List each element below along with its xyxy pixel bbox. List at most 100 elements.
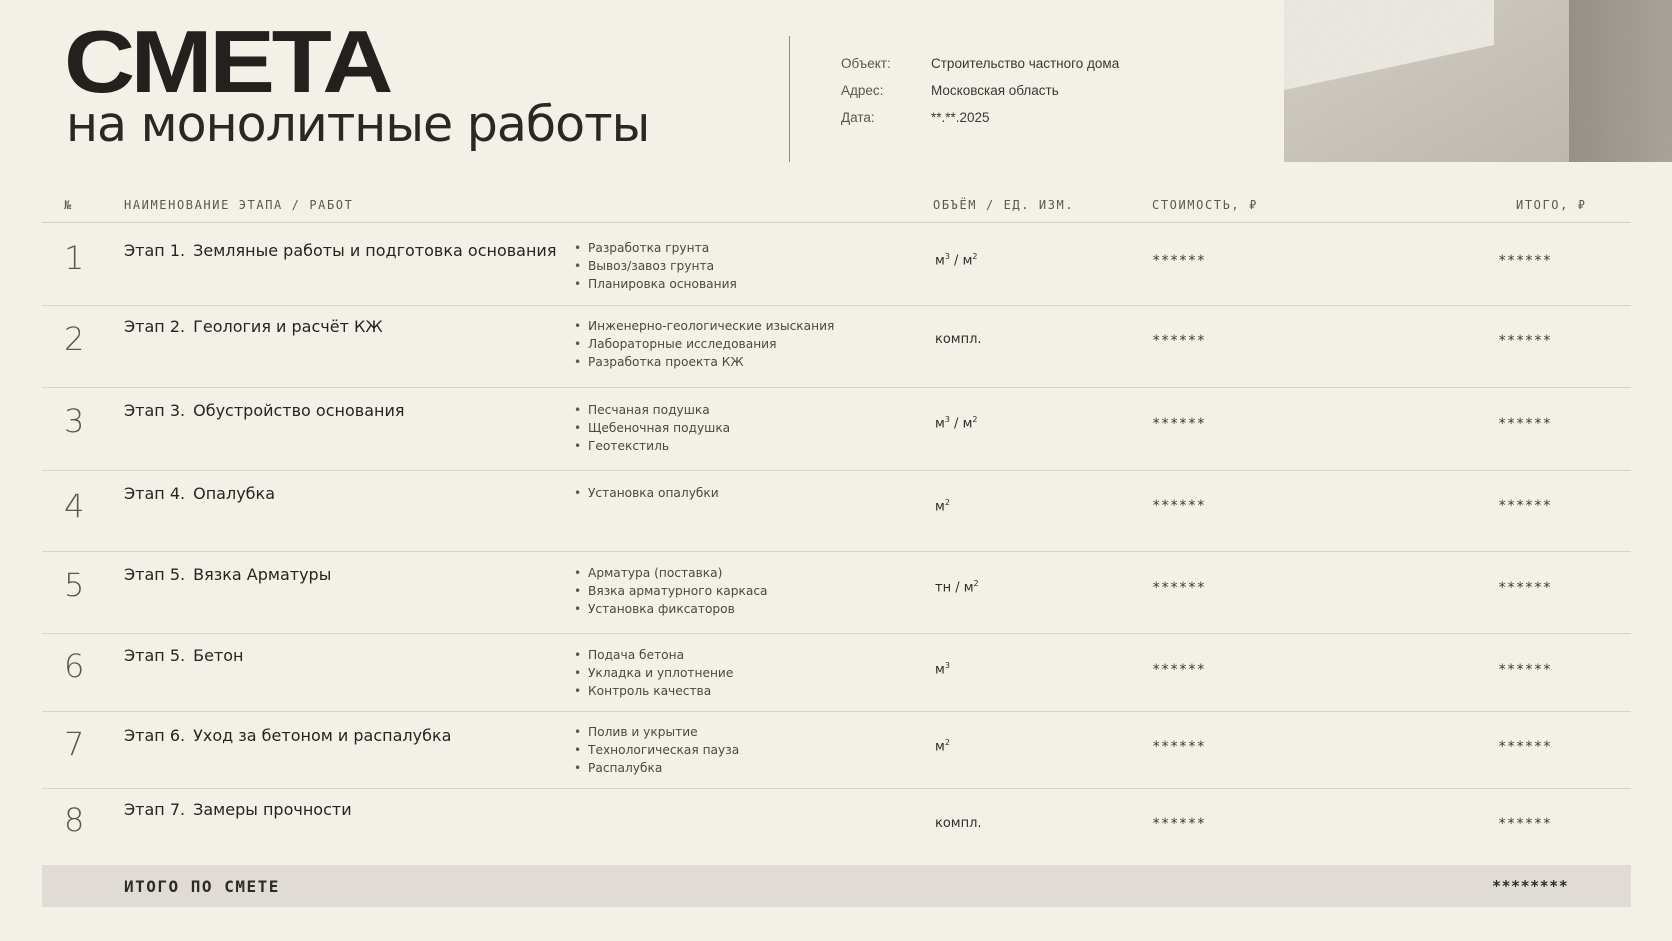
unit-base: компл. (935, 816, 982, 831)
work-item: Распалубка (574, 759, 739, 777)
unit-cell: компл. (935, 816, 982, 831)
cost-cell: ****** (1152, 333, 1206, 349)
table-row: 4 Этап 4.Опалубка Установка опалубки м2 … (42, 471, 1631, 552)
cost-cell: ****** (1152, 816, 1206, 832)
stage-name: Геология и расчёт КЖ (193, 317, 383, 336)
unit-base: м (935, 662, 945, 678)
work-item: Полив и укрытие (574, 723, 739, 741)
work-item: Укладка и уплотнение (574, 664, 733, 682)
table-row: 6 Этап 5. Бетон Подача бетона Укладка и у… (42, 634, 1631, 712)
row-number: 4 (64, 487, 85, 525)
work-item: Подача бетона (574, 646, 733, 664)
work-items-list: Арматура (поставка) Вязка арматурного ка… (574, 564, 768, 618)
cost-cell: ****** (1152, 662, 1206, 678)
cost-cell: ****** (1152, 739, 1206, 755)
page-title: СМЕТА (64, 12, 393, 111)
work-item: Разработка грунта (574, 239, 737, 257)
work-item: Разработка проекта КЖ (574, 353, 834, 371)
stage-label: Этап 2. (124, 317, 186, 336)
unit-sup: 2 (944, 498, 950, 507)
cost-cell: ****** (1152, 253, 1206, 269)
total-cell: ****** (1498, 662, 1552, 678)
stage-title: Этап 3. Обустройство основания (124, 401, 404, 420)
total-cell: ****** (1498, 333, 1552, 349)
stage-name: Уход за бетоном и распалубка (193, 726, 452, 745)
work-items-list: Песчаная подушка Щебеночная подушка Геот… (574, 401, 730, 455)
total-cell: ****** (1498, 498, 1552, 514)
table-row: 7 Этап 6. Уход за бетоном и распалубка По… (42, 712, 1631, 789)
stage-label: Этап 3. (124, 401, 186, 420)
col-name-header: НАИМЕНОВАНИЕ ЭТАПА / РАБОТ (124, 198, 354, 212)
header-divider (789, 36, 790, 162)
work-item: Щебеночная подушка (574, 419, 730, 437)
work-item: Технологическая пауза (574, 741, 739, 759)
project-meta: Объект: Строительство частного дома Адре… (841, 56, 1119, 137)
unit-sup: 2 (972, 252, 978, 261)
col-num-header: № (64, 198, 73, 212)
unit-sep: / (949, 253, 963, 269)
work-item: Контроль качества (574, 682, 733, 700)
work-item: Установка опалубки (574, 484, 719, 502)
stage-label: Этап 7. (124, 800, 186, 819)
unit-sup: 2 (972, 415, 978, 424)
work-item: Арматура (поставка) (574, 564, 768, 582)
stage-name: Обустройство основания (193, 401, 405, 420)
work-items-list: Полив и укрытие Технологическая пауза Ра… (574, 723, 739, 777)
unit-base: тн (935, 580, 952, 596)
meta-row-object: Объект: Строительство частного дома (841, 56, 1119, 83)
unit-cell: м3 / м2 (935, 415, 977, 431)
col-unit-header: ОБЪЁМ / ЕД. ИЗМ. (933, 198, 1075, 212)
meta-key: Объект: (841, 56, 891, 71)
stage-title: Этап 5. Вязка Арматуры (124, 565, 331, 584)
work-item: Песчаная подушка (574, 401, 730, 419)
unit-base: м (935, 416, 945, 432)
cost-cell: ****** (1152, 416, 1206, 432)
unit-cell: тн / м2 (935, 579, 979, 595)
table-row: 2 Этап 2. Геология и расчёт КЖ Инженерно-… (42, 306, 1631, 388)
meta-key: Адрес: (841, 83, 884, 98)
unit-cell: м2 (935, 738, 950, 754)
work-item: Установка фиксаторов (574, 600, 768, 618)
cost-cell: ****** (1152, 498, 1206, 514)
row-number: 8 (64, 801, 85, 839)
unit-base: м (935, 499, 945, 515)
unit-sup: 2 (973, 579, 979, 588)
work-items-list: Разработка грунта Вывоз/завоз грунта Пла… (574, 239, 737, 293)
work-item: Инженерно-геологические изыскания (574, 317, 834, 335)
total-cell: ****** (1498, 816, 1552, 832)
unit-base: м (962, 416, 973, 432)
stage-name: Вязка Арматуры (193, 565, 332, 584)
grand-total-row: ИТОГО ПО СМЕТЕ ******** (42, 865, 1631, 907)
meta-row-date: Дата: **.**.2025 (841, 110, 1119, 137)
unit-sup: 2 (944, 738, 950, 747)
stage-label: Этап 4. (124, 484, 186, 503)
stage-label: Этап 5. (124, 646, 186, 665)
stage-name: Бетон (193, 646, 244, 665)
unit-base: м (935, 253, 945, 269)
meta-row-address: Адрес: Московская область (841, 83, 1119, 110)
row-number: 7 (64, 725, 85, 763)
work-items-list: Инженерно-геологические изыскания Лабора… (574, 317, 834, 371)
unit-cell: компл. (935, 332, 982, 347)
unit-sup: 3 (944, 661, 950, 670)
work-item: Планировка основания (574, 275, 737, 293)
stage-label: Этап 1. (124, 241, 186, 260)
cost-cell: ****** (1152, 580, 1206, 596)
table-row: 5 Этап 5. Вязка Арматуры Арматура (постав… (42, 552, 1631, 634)
grand-total-label: ИТОГО ПО СМЕТЕ (124, 877, 280, 896)
estimate-page: СМЕТА на монолитные работы Объект: Строи… (0, 0, 1672, 941)
meta-value: Московская область (931, 83, 1059, 98)
total-cell: ****** (1498, 580, 1552, 596)
total-cell: ****** (1498, 739, 1552, 755)
page-subtitle: на монолитные работы (66, 96, 650, 153)
stage-name: Опалубка (193, 484, 275, 503)
table-row: 8 Этап 7. Замеры прочности компл. ****** … (42, 789, 1631, 863)
col-total-header: ИТОГО, ₽ (1516, 198, 1587, 212)
stage-title: Этап 4. Опалубка (124, 484, 275, 503)
table-row: 3 Этап 3. Обустройство основания Песчаная… (42, 388, 1631, 471)
stage-title: Этап 7. Замеры прочности (124, 800, 352, 819)
table-row: 1 Этап 1. Земляные работы и подготовка ос… (42, 223, 1631, 306)
stage-label: Этап 6. (124, 726, 186, 745)
unit-cell: м2 (935, 498, 950, 514)
work-item: Вязка арматурного каркаса (574, 582, 768, 600)
